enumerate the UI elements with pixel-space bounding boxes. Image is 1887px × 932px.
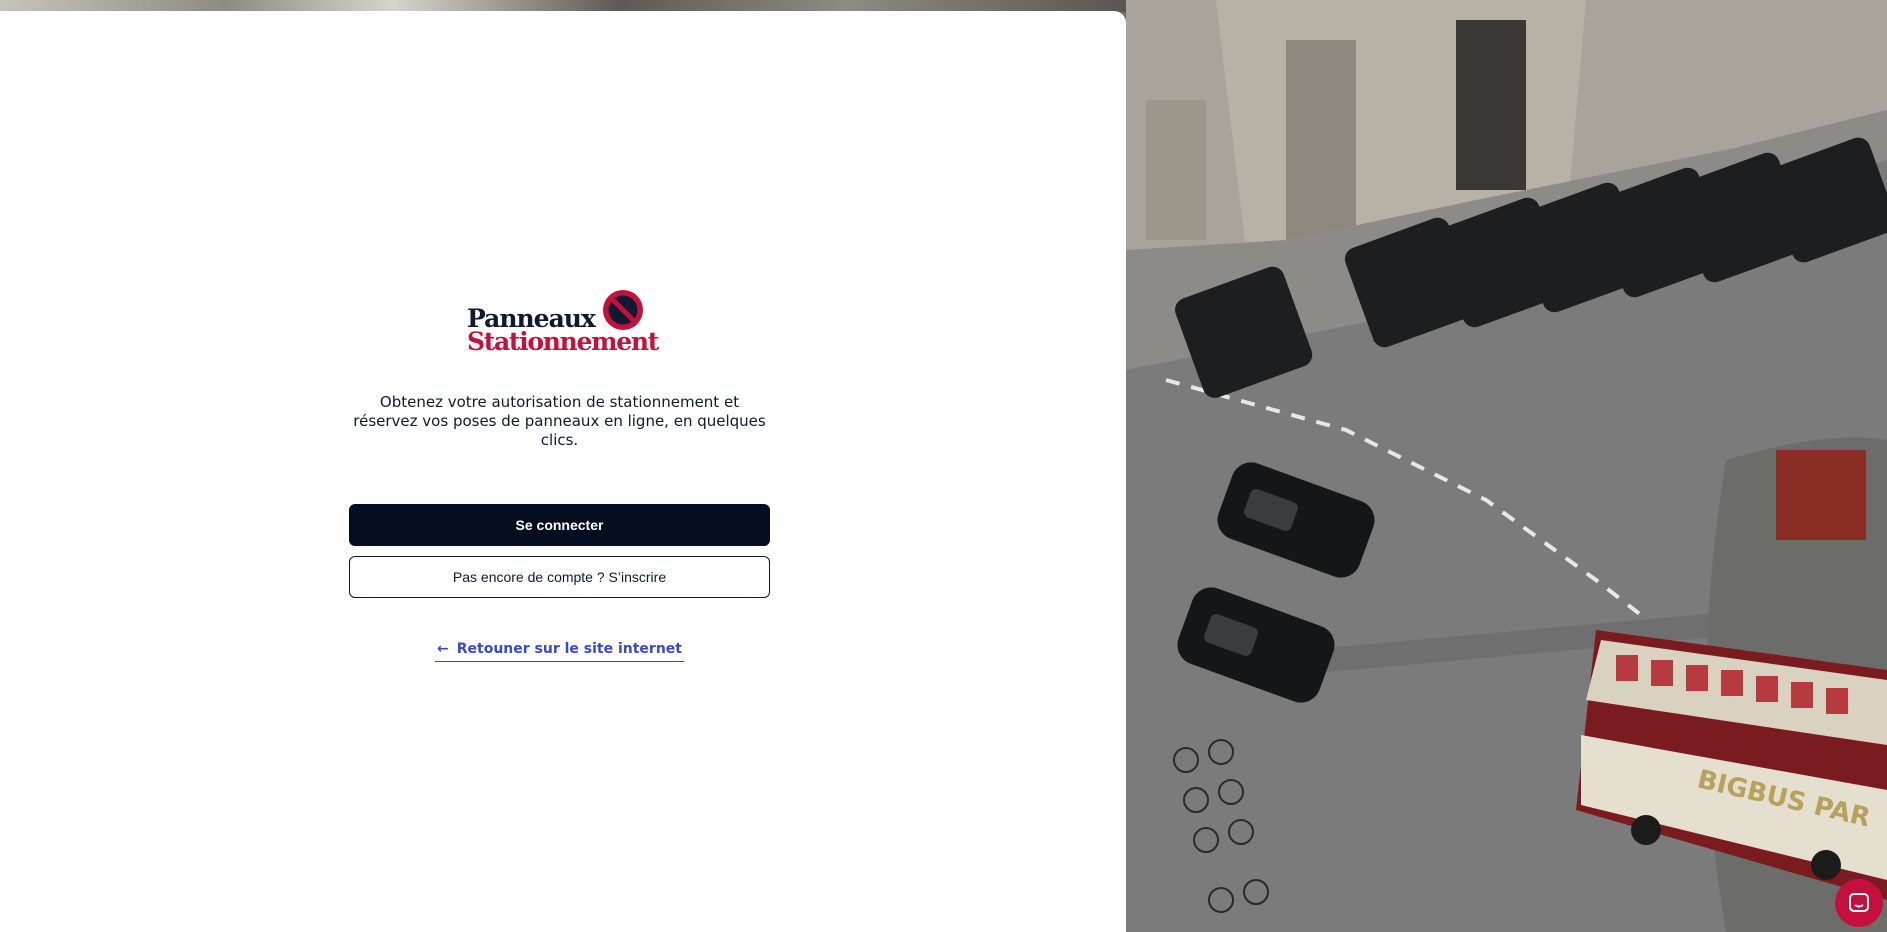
tagline: Obtenez votre autorisation de stationnem… (353, 393, 766, 449)
back-to-website-link[interactable]: ← Retouner sur le site internet (435, 641, 684, 662)
login-button[interactable]: Se connecter (349, 504, 770, 546)
chat-launcher-button[interactable] (1835, 879, 1883, 927)
login-page: BIGBUS PAR Panneaux Stationnement Obtene… (0, 0, 1887, 932)
back-to-website-label: Retouner sur le site internet (456, 641, 682, 657)
signup-button[interactable]: Pas encore de compte ? S’inscrire (349, 556, 770, 598)
no-parking-icon (603, 290, 643, 330)
brand-logo-line2: Stationnement (467, 327, 659, 356)
arrow-left-icon: ← (437, 641, 449, 657)
background-photo: BIGBUS PAR (1126, 0, 1887, 932)
chat-icon (1849, 893, 1869, 912)
login-panel: Panneaux Stationnement Obtenez votre aut… (0, 11, 1126, 932)
brand-logo: Panneaux Stationnement (467, 289, 659, 355)
login-content: Panneaux Stationnement Obtenez votre aut… (349, 289, 770, 662)
